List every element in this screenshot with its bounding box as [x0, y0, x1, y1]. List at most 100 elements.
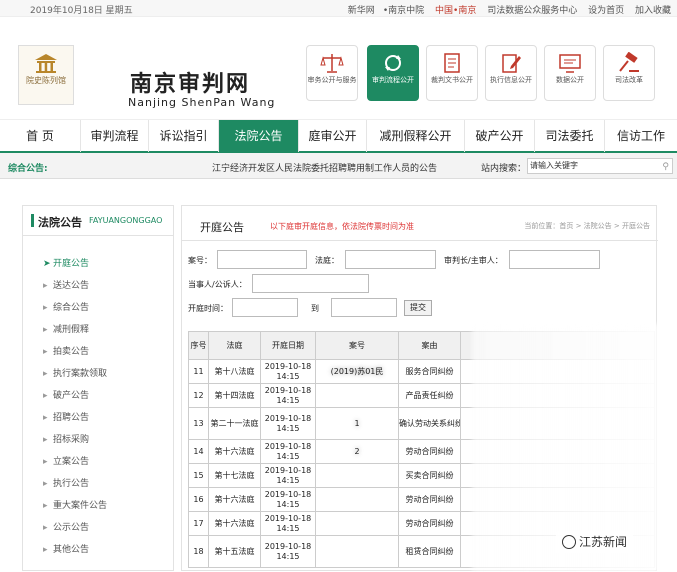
- document-icon: [444, 53, 460, 73]
- date-label: 开庭时间：: [188, 304, 228, 313]
- chevron-right-icon: ▸: [43, 303, 48, 313]
- sidebar-item-label: 开庭公告: [53, 259, 90, 269]
- cell-date: 2019-10-18 14:15: [260, 511, 316, 536]
- cell-no: 11: [188, 359, 209, 384]
- court-input[interactable]: [345, 250, 436, 269]
- nav-announcement[interactable]: 法院公告: [218, 120, 298, 152]
- sidebar-item-auction[interactable]: ▸ 拍卖公告: [43, 344, 89, 357]
- link-china-nanjing[interactable]: 中国•南京: [435, 6, 476, 16]
- sidebar-item-execution[interactable]: ▸ 执行公告: [43, 476, 89, 489]
- sidebar-item-label: 综合公告: [53, 303, 90, 313]
- sidebar-item-filing[interactable]: ▸ 立案公告: [43, 454, 89, 467]
- main-nav: 首 页 审判流程 诉讼指引 法院公告 庭审公开 减刑假释公开 破产公开 司法委托…: [0, 119, 677, 153]
- watermark: 江苏新闻: [556, 531, 634, 553]
- link-set-home[interactable]: 设为首页: [588, 6, 624, 16]
- tile-affairs[interactable]: 审务公开与服务: [306, 45, 358, 101]
- site-search-input[interactable]: 请输入关键字 ⚲: [527, 158, 673, 174]
- search-icon[interactable]: ⚲: [662, 160, 669, 174]
- sidebar-item-general[interactable]: ▸ 综合公告: [43, 300, 89, 313]
- nav-petition[interactable]: 信访工作: [604, 120, 677, 152]
- scales-icon: [320, 54, 344, 73]
- col-date: 开庭日期: [260, 331, 316, 360]
- cell-date: 2019-10-18 14:15: [260, 383, 316, 408]
- chevron-right-icon: ▸: [43, 347, 48, 357]
- cell-case: 2: [315, 439, 399, 464]
- sidebar-item-payment[interactable]: ▸ 执行案款领取: [43, 366, 107, 379]
- sidebar-item-publicity[interactable]: ▸ 公示公告: [43, 520, 89, 533]
- tile-data[interactable]: 数据公开: [544, 45, 596, 101]
- breadcrumb: 当前位置：首页 > 法院公告 > 开庭公告: [524, 222, 650, 230]
- nav-commission[interactable]: 司法委托: [534, 120, 604, 152]
- date-from-input[interactable]: [232, 298, 298, 317]
- date-to-input[interactable]: [331, 298, 397, 317]
- judge-input[interactable]: [509, 250, 600, 269]
- sidebar-item-recruit[interactable]: ▸ 招聘公告: [43, 410, 89, 423]
- tile-execution[interactable]: 执行信息公开: [485, 45, 537, 101]
- cell-case: [315, 511, 399, 536]
- sidebar-item-service[interactable]: ▸ 送达公告: [43, 278, 89, 291]
- sidebar-item-label: 破产公告: [53, 391, 90, 401]
- court-label: 法庭：: [315, 256, 339, 265]
- chevron-right-icon: ▸: [43, 281, 48, 291]
- cell-no: 15: [188, 463, 209, 488]
- cell-date: 2019-10-18 14:15: [260, 463, 316, 488]
- tile-process[interactable]: 审判流程公开: [367, 45, 419, 101]
- notice-marquee[interactable]: 江宁经济开发区人民法院委托招聘聘用制工作人员的公告: [212, 161, 437, 174]
- chevron-right-icon: ➤: [43, 259, 51, 269]
- col-court: 法庭: [208, 331, 261, 360]
- sidebar-item-hearing[interactable]: ➤ 开庭公告: [43, 256, 89, 269]
- title-divider: [182, 240, 658, 241]
- sidebar-item-other[interactable]: ▸ 其他公告: [43, 542, 89, 555]
- cell-no: 18: [188, 535, 209, 568]
- cell-court: 第十四法庭: [208, 383, 261, 408]
- monitor-icon: [559, 54, 581, 73]
- sidebar-accent-bar: [31, 214, 34, 227]
- cell-date: 2019-10-18 14:15: [260, 487, 316, 512]
- page-title: 开庭公告: [200, 221, 244, 234]
- case-no-input[interactable]: [217, 250, 307, 269]
- tile-documents[interactable]: 裁判文书公开: [426, 45, 478, 101]
- link-data-center[interactable]: 司法数据公众服务中心: [487, 6, 577, 16]
- cell-cause: 劳动合同纠纷: [398, 511, 461, 536]
- cell-court: 第十七法庭: [208, 463, 261, 488]
- sidebar-item-label: 送达公告: [53, 281, 90, 291]
- date-to-label: 到: [311, 304, 319, 313]
- nav-guide[interactable]: 诉讼指引: [148, 120, 218, 152]
- link-xinhua[interactable]: 新华网: [348, 6, 375, 16]
- sidebar-title: 法院公告: [38, 216, 82, 229]
- nav-process[interactable]: 审判流程: [80, 120, 148, 152]
- cell-date: 2019-10-18 14:15: [260, 359, 316, 384]
- history-hall-label: 院史陈列馆: [26, 76, 66, 85]
- sidebar-item-bankruptcy[interactable]: ▸ 破产公告: [43, 388, 89, 401]
- judge-label: 审判长/主审人：: [444, 256, 503, 265]
- chevron-right-icon: ▸: [43, 413, 48, 423]
- cell-no: 14: [188, 439, 209, 464]
- party-input[interactable]: [252, 274, 369, 293]
- nav-commutation[interactable]: 减刑假释公开: [366, 120, 464, 152]
- site-logo-cn[interactable]: 南京审判网: [130, 66, 250, 98]
- cell-case: [315, 487, 399, 512]
- sidebar-item-commutation[interactable]: ▸ 减刑假释: [43, 322, 89, 335]
- sidebar-item-label: 招标采购: [53, 435, 90, 445]
- submit-button[interactable]: 提交: [404, 300, 432, 316]
- tile-documents-label: 裁判文书公开: [431, 76, 473, 84]
- link-nanjing-court[interactable]: 南京中院: [388, 6, 424, 16]
- cell-court: 第十六法庭: [208, 439, 261, 464]
- cell-date: 2019-10-18 14:15: [260, 407, 316, 440]
- cell-court: 第二十一法庭: [208, 407, 261, 440]
- nav-trial[interactable]: 庭审公开: [298, 120, 366, 152]
- sidebar-item-bidding[interactable]: ▸ 招标采购: [43, 432, 89, 445]
- col-no: 序号: [188, 331, 209, 360]
- nav-home[interactable]: 首 页: [0, 120, 80, 152]
- tile-reform[interactable]: 司法改革: [603, 45, 655, 101]
- chevron-right-icon: ▸: [43, 457, 48, 467]
- link-favorite[interactable]: 加入收藏: [635, 6, 671, 16]
- sidebar-item-label: 减刑假释: [53, 325, 90, 335]
- history-hall-badge[interactable]: 院史陈列馆: [18, 45, 74, 105]
- main-panel: 开庭公告 以下庭审开庭信息，依法院传票时间为准 当前位置：首页 > 法院公告 >…: [181, 205, 658, 572]
- sidebar-item-major[interactable]: ▸ 重大案件公告: [43, 498, 107, 511]
- nav-bankruptcy[interactable]: 破产公开: [464, 120, 534, 152]
- edit-document-icon: [502, 54, 521, 73]
- temple-icon: [35, 54, 57, 73]
- cell-case: [315, 383, 399, 408]
